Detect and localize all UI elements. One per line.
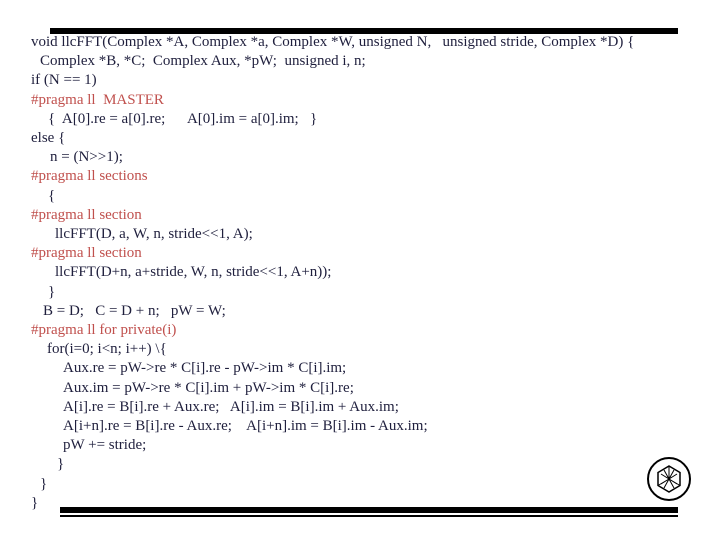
code-line: n = (N>>1); [50,149,123,166]
pragma-line: #pragma ll section [31,245,142,262]
code-line: for(i=0; i<n; i++) \{ [47,341,167,358]
code-line: void llcFFT(Complex *A, Complex *a, Comp… [31,34,635,50]
code-line: llcFFT(D, a, W, n, stride<<1, A); [55,226,253,242]
code-line: llcFFT(D+n, a+stride, W, n, stride<<1, A… [55,264,332,281]
bottom-rule-thick [60,507,678,513]
code-line: B = D; C = D + n; pW = W; [43,302,226,319]
code-line: if (N == 1) [31,72,97,89]
code-line: pW += stride; [63,437,147,454]
code-line: } [48,283,56,300]
code-line: Complex *B, *C; Complex Aux, *pW; unsign… [40,53,366,70]
code-line: } [40,475,48,492]
pragma-line: #pragma ll for private(i) [31,322,177,338]
code-line: { [48,187,56,204]
institution-seal-icon [647,457,691,501]
pragma-line: #pragma ll sections [31,168,148,185]
code-line: A[i+n].re = B[i].re - Aux.re; A[i+n].im … [63,418,428,434]
code-line: A[i].re = B[i].re + Aux.re; A[i].im = B[… [63,398,399,415]
code-line: { A[0].re = a[0].re; A[0].im = a[0].im; … [48,110,318,127]
code-line: Aux.im = pW->re * C[i].im + pW->im * C[i… [63,379,354,396]
code-line: } [57,456,65,473]
bottom-rule-thin [60,515,678,517]
pragma-line: #pragma ll MASTER [31,91,164,108]
code-line: } [31,494,39,511]
code-line: else { [31,130,66,146]
pragma-line: #pragma ll section [31,206,142,223]
code-line: Aux.re = pW->re * C[i].re - pW->im * C[i… [63,360,347,377]
